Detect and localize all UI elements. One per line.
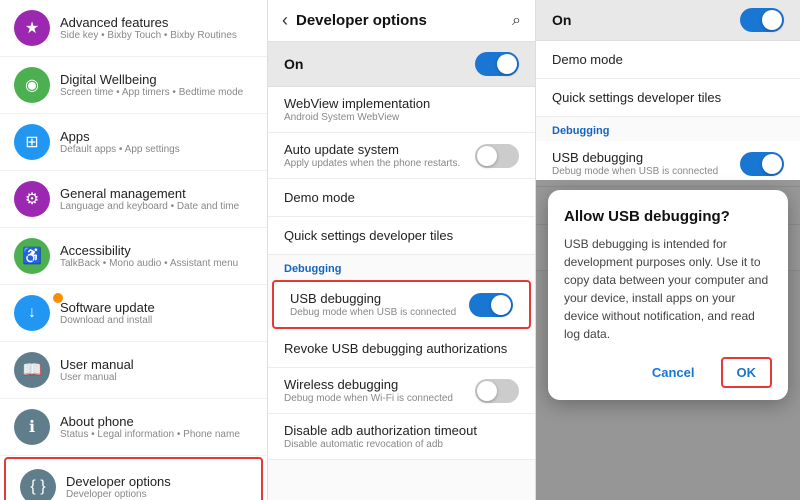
webview-title: WebView implementation bbox=[284, 96, 430, 111]
apps-icon-circle: ⊞ bbox=[14, 124, 50, 160]
sidebar-item-general[interactable]: ⚙ General managementLanguage and keyboard… bbox=[0, 171, 267, 228]
usb-debugging-item[interactable]: USB debugging Debug mode when USB is con… bbox=[272, 280, 531, 329]
right-debug-section: Debugging bbox=[536, 117, 800, 141]
mid-on-toggle-row: On bbox=[268, 42, 535, 87]
main-toggle[interactable] bbox=[475, 52, 519, 76]
accessibility-title: Accessibility bbox=[60, 243, 238, 258]
software-icon: ↓ bbox=[14, 295, 60, 331]
software-icon-circle: ↓ bbox=[14, 295, 50, 331]
disable-adb-title: Disable adb authorization timeout bbox=[284, 423, 519, 438]
manual-title: User manual bbox=[60, 357, 134, 372]
general-icon: ⚙ bbox=[14, 181, 60, 217]
right-main-toggle[interactable] bbox=[740, 8, 784, 32]
software-title: Software update bbox=[60, 300, 155, 315]
dialog-body: USB debugging is intended for developmen… bbox=[564, 235, 772, 343]
wireless-debug-toggle[interactable] bbox=[475, 379, 519, 403]
about-icon-circle: ℹ bbox=[14, 409, 50, 445]
advanced-title: Advanced features bbox=[60, 15, 237, 30]
search-icon[interactable]: ⌕ bbox=[512, 12, 521, 30]
left-panel: ★ Advanced featuresSide key • Bixby Touch… bbox=[0, 0, 268, 500]
revoke-label: Revoke USB debugging authorizations bbox=[284, 341, 519, 356]
wireless-debug-item: Wireless debugging Debug mode when Wi-Fi… bbox=[268, 368, 535, 414]
right-usb-sub: Debug mode when USB is connected bbox=[552, 166, 718, 177]
manual-icon: 📖 bbox=[14, 352, 60, 388]
general-sub: Language and keyboard • Date and time bbox=[60, 201, 239, 212]
sidebar-item-about[interactable]: ℹ About phoneStatus • Legal information •… bbox=[0, 399, 267, 456]
cancel-button[interactable]: Cancel bbox=[638, 357, 709, 388]
revoke-item[interactable]: Revoke USB debugging authorizations bbox=[268, 330, 535, 368]
right-panel: On Demo mode Quick settings developer ti… bbox=[536, 0, 800, 500]
manual-sub: User manual bbox=[60, 372, 134, 383]
debug-section-label: Debugging bbox=[268, 255, 535, 279]
wireless-title: Wireless debugging bbox=[284, 377, 453, 392]
disable-adb-item: Disable adb authorization timeout Disabl… bbox=[268, 414, 535, 460]
about-title: About phone bbox=[60, 414, 240, 429]
apps-sub: Default apps • App settings bbox=[60, 144, 180, 155]
digital-icon-circle: ◉ bbox=[14, 67, 50, 103]
digital-title: Digital Wellbeing bbox=[60, 72, 243, 87]
digital-icon: ◉ bbox=[14, 67, 60, 103]
sidebar-item-software[interactable]: ↓ Software updateDownload and install bbox=[0, 285, 267, 342]
apps-title: Apps bbox=[60, 129, 180, 144]
advanced-icon: ★ bbox=[14, 10, 60, 46]
accessibility-icon-circle: ♿ bbox=[14, 238, 50, 274]
about-sub: Status • Legal information • Phone name bbox=[60, 429, 240, 440]
apps-icon: ⊞ bbox=[14, 124, 60, 160]
sidebar-item-advanced[interactable]: ★ Advanced featuresSide key • Bixby Touch… bbox=[0, 0, 267, 57]
sidebar-item-digital[interactable]: ◉ Digital WellbeingScreen time • App time… bbox=[0, 57, 267, 114]
right-on-label: On bbox=[552, 12, 571, 28]
auto-update-title: Auto update system bbox=[284, 142, 460, 157]
manual-icon-circle: 📖 bbox=[14, 352, 50, 388]
dialog-buttons: Cancel OK bbox=[564, 357, 772, 388]
developer-icon: { } bbox=[20, 469, 66, 500]
advanced-icon-circle: ★ bbox=[14, 10, 50, 46]
accessibility-sub: TalkBack • Mono audio • Assistant menu bbox=[60, 258, 238, 269]
digital-sub: Screen time • App timers • Bedtime mode bbox=[60, 87, 243, 98]
usb-debug-sub: Debug mode when USB is connected bbox=[290, 307, 456, 318]
general-icon-circle: ⚙ bbox=[14, 181, 50, 217]
ok-button[interactable]: OK bbox=[721, 357, 773, 388]
middle-panel: ‹ Developer options ⌕ On WebView impleme… bbox=[268, 0, 536, 500]
auto-update-sub: Apply updates when the phone restarts. bbox=[284, 158, 460, 169]
allow-usb-dialog: Allow USB debugging? USB debugging is in… bbox=[548, 190, 788, 400]
back-button[interactable]: ‹ bbox=[282, 10, 288, 31]
mid-title: Developer options bbox=[296, 12, 512, 29]
software-sub: Download and install bbox=[60, 315, 155, 326]
right-demo-mode[interactable]: Demo mode bbox=[536, 41, 800, 79]
right-usb-title: USB debugging bbox=[552, 150, 718, 165]
mid-header: ‹ Developer options ⌕ bbox=[268, 0, 535, 42]
auto-update-toggle[interactable] bbox=[475, 144, 519, 168]
demo-mode-label: Demo mode bbox=[284, 190, 519, 205]
right-on-row: On bbox=[536, 0, 800, 41]
software-notification-dot bbox=[53, 293, 63, 303]
sidebar-item-apps[interactable]: ⊞ AppsDefault apps • App settings bbox=[0, 114, 267, 171]
right-usb-toggle[interactable] bbox=[740, 152, 784, 176]
usb-debug-title: USB debugging bbox=[290, 291, 456, 306]
developer-title: Developer options bbox=[66, 474, 171, 489]
right-quick-settings[interactable]: Quick settings developer tiles bbox=[536, 79, 800, 117]
dialog-overlay: Allow USB debugging? USB debugging is in… bbox=[536, 180, 800, 500]
sidebar-item-developer[interactable]: { } Developer optionsDeveloper options bbox=[4, 457, 263, 500]
on-label: On bbox=[284, 56, 303, 72]
webview-sub: Android System WebView bbox=[284, 112, 430, 123]
auto-update-item: Auto update system Apply updates when th… bbox=[268, 133, 535, 179]
usb-debug-toggle[interactable] bbox=[469, 293, 513, 317]
quick-settings-item[interactable]: Quick settings developer tiles bbox=[268, 217, 535, 255]
wireless-sub: Debug mode when Wi-Fi is connected bbox=[284, 393, 453, 404]
about-icon: ℹ bbox=[14, 409, 60, 445]
quick-settings-label: Quick settings developer tiles bbox=[284, 228, 519, 243]
dialog-title: Allow USB debugging? bbox=[564, 208, 772, 225]
demo-mode-item[interactable]: Demo mode bbox=[268, 179, 535, 217]
developer-sub: Developer options bbox=[66, 489, 171, 500]
general-title: General management bbox=[60, 186, 239, 201]
advanced-sub: Side key • Bixby Touch • Bixby Routines bbox=[60, 30, 237, 41]
disable-adb-sub: Disable automatic revocation of adb bbox=[284, 439, 519, 450]
developer-icon-circle: { } bbox=[20, 469, 56, 500]
accessibility-icon: ♿ bbox=[14, 238, 60, 274]
sidebar-item-manual[interactable]: 📖 User manualUser manual bbox=[0, 342, 267, 399]
webview-item: WebView implementation Android System We… bbox=[268, 87, 535, 133]
sidebar-item-accessibility[interactable]: ♿ AccessibilityTalkBack • Mono audio • As… bbox=[0, 228, 267, 285]
